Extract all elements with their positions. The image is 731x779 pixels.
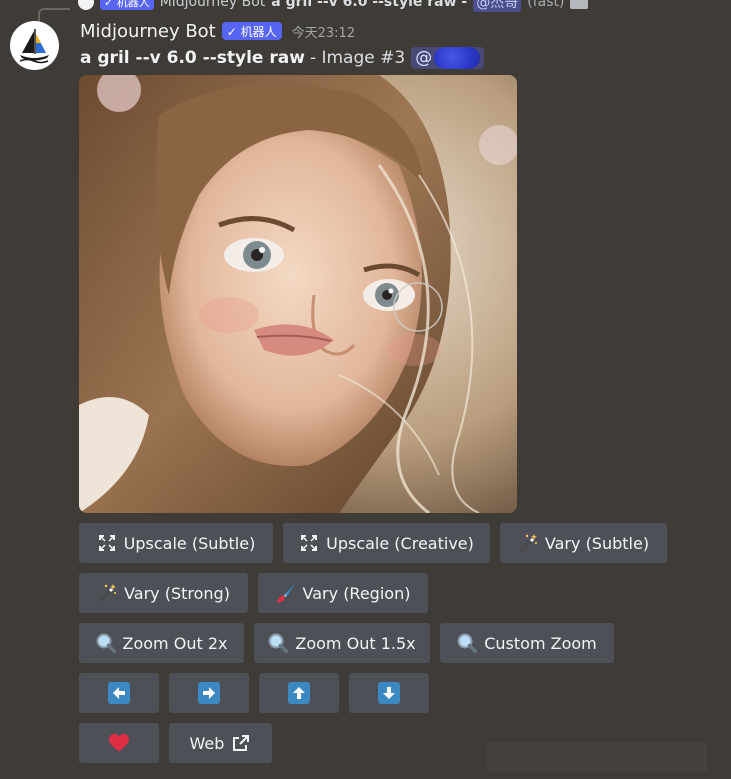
blurred-area: [487, 742, 707, 772]
magic-wand-icon: [518, 533, 538, 553]
magic-wand-icon: [97, 583, 117, 603]
zoom-out-1-5x-label: Zoom Out 1.5x: [295, 633, 416, 653]
vary-strong-button[interactable]: Vary (Strong): [79, 573, 248, 613]
vary-strong-label: Vary (Strong): [124, 583, 230, 603]
vary-region-label: Vary (Region): [302, 583, 411, 603]
vary-subtle-label: Vary (Subtle): [544, 533, 650, 553]
paintbrush-icon: [275, 583, 296, 603]
web-label: Web: [189, 733, 225, 753]
reply-text: a gril --v 6.0 --style raw -: [271, 0, 468, 10]
custom-zoom-button[interactable]: Custom Zoom: [440, 623, 614, 663]
vary-subtle-button[interactable]: Vary (Subtle): [500, 523, 667, 563]
custom-zoom-label: Custom Zoom: [484, 633, 597, 653]
reply-speed: (fast): [527, 0, 565, 10]
button-row-vary: Vary (Strong) Vary (Region): [79, 573, 428, 613]
like-button[interactable]: [79, 723, 159, 763]
reply-preview[interactable]: ✓ 机器人 Midjourney Bot a gril --v 6.0 --st…: [78, 0, 589, 12]
web-link-button[interactable]: Web: [169, 723, 272, 763]
midjourney-logo-icon: [19, 29, 49, 64]
upscale-subtle-label: Upscale (Subtle): [123, 533, 256, 553]
image-index: - Image #3: [309, 48, 406, 68]
pan-left-button[interactable]: [79, 673, 159, 713]
reply-avatar: [78, 0, 94, 10]
button-row-upscale-vary: Upscale (Subtle) Upscale (Creative) Vary…: [79, 523, 667, 563]
portrait-image: [79, 75, 517, 513]
button-row-pan: [79, 673, 429, 713]
user-mention[interactable]: @: [411, 47, 485, 69]
button-row-zoom: Zoom Out 2x Zoom Out 1.5x Custom Zoom: [79, 623, 614, 663]
upscale-subtle-button[interactable]: Upscale (Subtle): [79, 523, 273, 563]
mention-redacted: [434, 47, 481, 69]
magnifier-icon: [457, 633, 478, 653]
author-name[interactable]: Midjourney Bot: [80, 21, 216, 42]
upscale-creative-label: Upscale (Creative): [326, 533, 474, 553]
reply-bot-badge: ✓ 机器人: [100, 0, 154, 10]
arrow-down-icon: [378, 682, 400, 704]
zoom-out-1-5x-button[interactable]: Zoom Out 1.5x: [254, 623, 430, 663]
pan-down-button[interactable]: [349, 673, 429, 713]
zoom-out-2x-label: Zoom Out 2x: [122, 633, 228, 653]
expand-icon: [299, 533, 319, 553]
reply-author[interactable]: Midjourney Bot: [160, 0, 266, 10]
image-icon: [570, 0, 589, 9]
pan-right-button[interactable]: [169, 673, 249, 713]
timestamp: 今天23:12: [291, 25, 356, 41]
button-row-extra: Web: [79, 723, 272, 763]
expand-icon: [97, 533, 117, 553]
pan-up-button[interactable]: [259, 673, 339, 713]
avatar[interactable]: [10, 21, 59, 70]
arrow-up-icon: [288, 682, 310, 704]
vary-region-button[interactable]: Vary (Region): [258, 573, 428, 613]
magnifier-icon: [268, 633, 289, 653]
heart-icon: [109, 733, 129, 753]
reply-mention[interactable]: @杰哥: [473, 0, 522, 12]
magnifier-icon: [96, 633, 116, 653]
bot-badge: ✓ 机器人: [221, 22, 282, 40]
external-link-icon: [231, 733, 251, 753]
generated-image[interactable]: [79, 75, 517, 513]
arrow-left-icon: [108, 682, 130, 704]
mention-at: @: [415, 48, 433, 68]
arrow-right-icon: [198, 682, 220, 704]
message-header: Midjourney Bot ✓ 机器人 今天23:12: [80, 18, 355, 44]
upscale-creative-button[interactable]: Upscale (Creative): [283, 523, 490, 563]
prompt-text: a gril --v 6.0 --style raw: [80, 48, 305, 68]
message-content: a gril --v 6.0 --style raw - Image #3 @: [80, 46, 485, 70]
zoom-out-2x-button[interactable]: Zoom Out 2x: [79, 623, 244, 663]
